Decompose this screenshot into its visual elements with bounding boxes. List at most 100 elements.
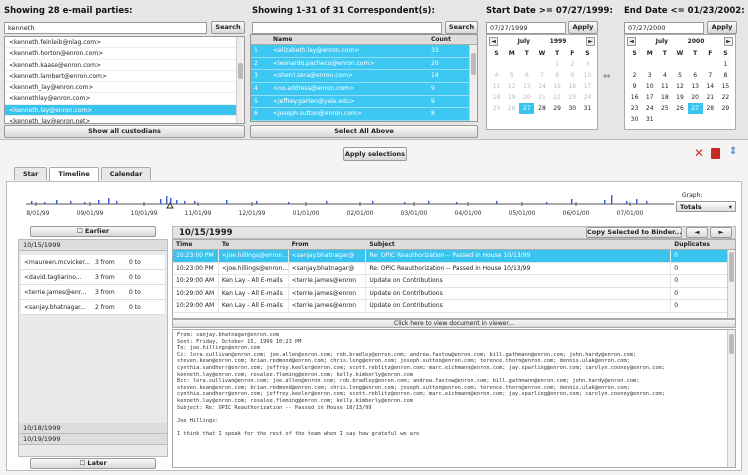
calendar-day[interactable]: 11 (657, 81, 672, 92)
calendar-day[interactable]: 7 (534, 70, 549, 81)
calendar-day[interactable]: 24 (642, 103, 657, 114)
calendar-day[interactable]: 5 (672, 70, 687, 81)
timeline-bar[interactable] (70, 201, 72, 204)
timeline-bar[interactable] (496, 201, 498, 204)
calendar-day[interactable]: 11 (489, 81, 504, 92)
end-year-label[interactable]: 2000 (688, 38, 705, 45)
calendar-day[interactable]: 28 (534, 103, 549, 114)
timeline-bar[interactable] (44, 202, 46, 204)
calendar-day[interactable]: 27 (687, 103, 703, 114)
trash-icon[interactable] (711, 148, 720, 159)
timeline-bar[interactable] (116, 201, 118, 204)
message-row[interactable]: 10:23:00 PM <joe.hillings@enron... <sanjay… (173, 250, 735, 263)
next-month-arrow-icon[interactable]: ► (723, 37, 733, 46)
calendar-day[interactable]: 21 (534, 92, 549, 103)
tab-timeline[interactable]: Timeline (49, 167, 99, 181)
calendar-day[interactable]: 13 (519, 81, 534, 92)
sidebar-party-row[interactable]: <sanjay.bhatnagar... 2 from 0 to (21, 300, 165, 315)
message-row[interactable]: 10:29:00 AM Ken Lay - All E-mails <terrie.… (173, 300, 735, 313)
calendar-day[interactable]: 8 (718, 70, 733, 81)
calendar-day[interactable]: 16 (627, 92, 642, 103)
sidebar-date-1[interactable]: 10/18/1999 (19, 423, 167, 434)
copy-to-binder-button[interactable]: Copy Selected to Binder... (586, 227, 682, 238)
calendar-day[interactable]: 19 (672, 92, 687, 103)
calendar-day[interactable]: 4 (489, 70, 504, 81)
timeline-bar[interactable] (626, 201, 628, 204)
calendar-day[interactable]: 20 (519, 92, 534, 103)
calendar-day[interactable]: 22 (550, 92, 565, 103)
sort-icon[interactable]: ⇕ (729, 146, 737, 157)
calendar-day[interactable]: 17 (642, 92, 657, 103)
prev-arrow-icon[interactable]: ◄ (686, 227, 708, 238)
calendar-day[interactable]: 2 (627, 70, 642, 81)
timeline-bar[interactable] (31, 201, 33, 204)
sidebar-party-row[interactable]: <maureen.mcvicker... 3 from 0 to (21, 255, 165, 270)
view-document-button[interactable]: Click here to view document in viewer... (172, 319, 736, 328)
timeline-bar[interactable] (604, 200, 606, 204)
tab-calendar[interactable]: Calendar (100, 167, 152, 180)
calendar-day[interactable]: 30 (565, 103, 580, 114)
calendar-day[interactable]: 24 (580, 92, 595, 103)
correspondent-row[interactable]: 4 <no.address@enron.com> 9 (251, 83, 477, 96)
email-list-item[interactable]: <kenneth.horton@enron.com> (5, 48, 244, 60)
calendar-day[interactable]: 1 (550, 59, 565, 70)
email-list-item[interactable]: <kenneth.feinleib@nlag.com> (5, 37, 244, 49)
calendar-day[interactable]: 14 (703, 81, 718, 92)
calendar-day[interactable]: 28 (703, 103, 718, 114)
calendar-day[interactable]: 9 (565, 70, 580, 81)
calendar-day[interactable]: 10 (642, 81, 657, 92)
calendar-day[interactable]: 1 (718, 59, 733, 70)
calendar-day[interactable]: 18 (657, 92, 672, 103)
sidebar-date-2[interactable]: 10/19/1999 (19, 434, 167, 445)
to-column-header[interactable]: To (219, 240, 289, 249)
prev-month-arrow-icon[interactable]: ◄ (489, 37, 498, 46)
correspondent-row[interactable]: 5 <jeffrey.garten@yale.edu> 9 (251, 95, 477, 109)
message-row[interactable]: 10:23:00 PM <joe.hillings@enron... <sanjay… (173, 262, 735, 275)
calendar-day[interactable]: 21 (703, 92, 718, 103)
calendar-day[interactable]: 23 (565, 92, 580, 103)
timeline-bar[interactable] (456, 202, 458, 204)
link-icon[interactable]: ⇔ (603, 72, 611, 82)
message-row[interactable]: 10:29:00 AM Ken Lay - All E-mails <terrie.… (173, 275, 735, 288)
calendar-day[interactable]: 6 (688, 70, 703, 81)
calendar-day[interactable]: 15 (550, 81, 565, 92)
later-button[interactable]: ☐ Later (30, 458, 156, 469)
time-column-header[interactable]: Time (173, 240, 219, 249)
calendar-day[interactable]: 4 (657, 70, 672, 81)
calendar-day[interactable]: 25 (657, 103, 672, 114)
email-list-scrollbar[interactable] (236, 37, 244, 123)
timeline-bar[interactable] (404, 202, 406, 204)
email-search-input[interactable]: kenneth (4, 22, 207, 34)
tab-star[interactable]: Star (14, 167, 48, 180)
timeline-graph[interactable]: 08/01/99 09/01/99 10/01/99 11/01/99 12/01/99… (26, 186, 674, 220)
subject-column-header[interactable]: Subject (366, 240, 671, 249)
email-list-item[interactable]: <kennethlay@enron.com> (5, 93, 244, 105)
timeline-bar[interactable] (166, 196, 168, 204)
calendar-day[interactable]: 2 (565, 59, 580, 70)
calendar-day[interactable]: 3 (642, 70, 657, 81)
calendar-day[interactable]: 13 (688, 81, 703, 92)
calendar-day[interactable]: 12 (504, 81, 519, 92)
email-party-list[interactable]: <kenneth.feinleib@nlag.com> <kenneth.hort… (4, 36, 245, 124)
calendar-day[interactable]: 22 (718, 92, 733, 103)
name-column-header[interactable]: Name (267, 35, 427, 44)
correspondent-search-input[interactable] (252, 22, 442, 34)
timeline-bar[interactable] (326, 201, 328, 204)
calendar-day[interactable]: 16 (565, 81, 580, 92)
close-icon[interactable]: ✕ (694, 146, 704, 160)
calendar-day[interactable]: 26 (504, 103, 519, 114)
timeline-bar[interactable] (108, 198, 110, 204)
timeline-bar[interactable] (226, 200, 228, 204)
timeline-bar[interactable] (288, 202, 290, 204)
calendar-day[interactable]: 7 (703, 70, 718, 81)
show-all-custodians-button[interactable]: Show all custodians (4, 125, 245, 138)
calendar-day[interactable]: 20 (688, 92, 703, 103)
timeline-bar[interactable] (636, 199, 638, 204)
start-date-apply-button[interactable]: Apply (568, 21, 598, 34)
calendar-day[interactable]: 30 (627, 114, 642, 125)
timeline-bar[interactable] (176, 200, 178, 204)
calendar-day[interactable]: 3 (580, 59, 595, 70)
timeline-bar[interactable] (184, 201, 186, 204)
calendar-day[interactable]: 10 (580, 70, 595, 81)
correspondent-row[interactable]: 3 <sherri.sera@enron.com> 14 (251, 70, 477, 84)
